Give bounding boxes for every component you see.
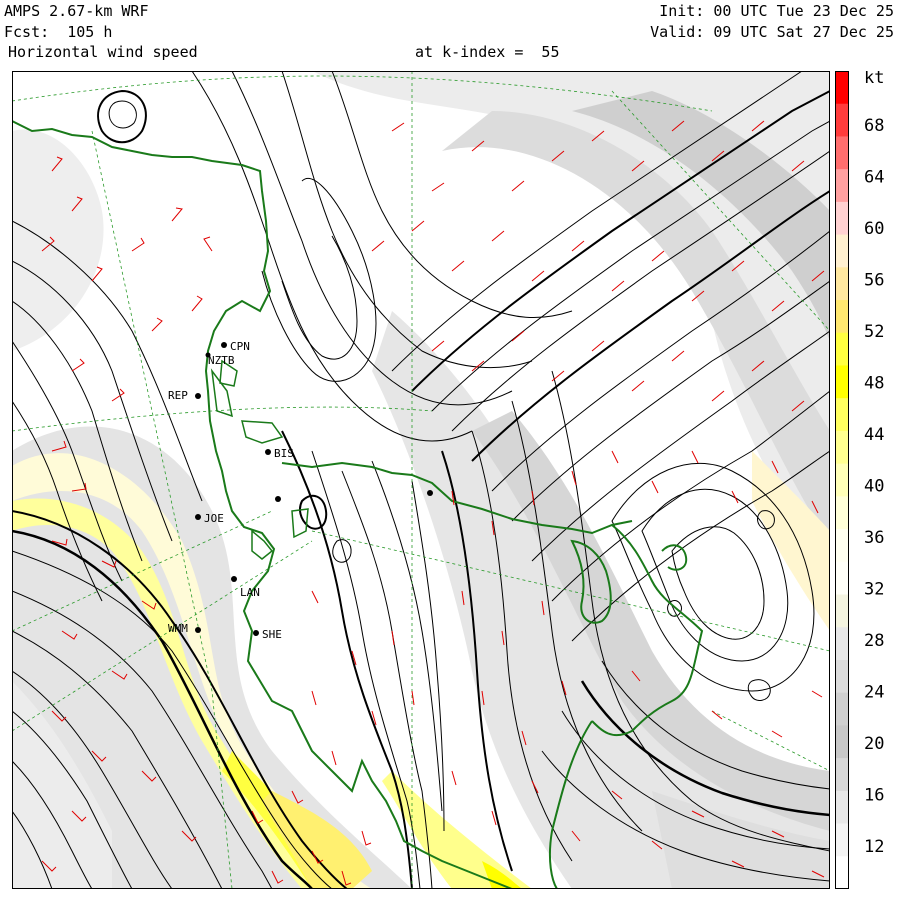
colorbar-swatch	[835, 856, 849, 890]
station-marker	[265, 449, 271, 455]
station-label: BIS	[274, 447, 294, 460]
colorbar-tick-label: 44	[864, 425, 884, 445]
colorbar-swatch	[835, 659, 849, 694]
station-marker	[275, 496, 281, 502]
colorbar-tick-label: 64	[864, 168, 884, 188]
colorbar-swatch	[835, 430, 849, 465]
colorbar-tick-label: 28	[864, 631, 884, 651]
colorbar-swatch	[835, 823, 849, 857]
station-nztb: NZTB	[205, 352, 235, 367]
colorbar-swatch	[835, 692, 849, 726]
station-label: SHE	[262, 628, 282, 641]
station-label: REP	[168, 389, 188, 402]
station-marker	[221, 342, 227, 348]
colorbar-swatch	[835, 103, 849, 137]
colorbar-swatch	[835, 332, 849, 366]
colorbar-tick-label: 60	[864, 219, 884, 239]
colorbar-tick-label: 52	[864, 322, 884, 342]
colorbar-tick-label: 16	[864, 786, 884, 806]
wind-speed-map: CPN NZTB REP BIS JOE LAN WMM SHE	[12, 71, 830, 889]
station-marker	[195, 514, 201, 520]
colorbar-swatch	[835, 627, 849, 661]
station-marker	[427, 490, 433, 496]
colorbar-swatch	[835, 758, 849, 792]
colorbar-swatch	[835, 398, 849, 432]
colorbar: kt 68 64 60 56 52 48 44 40 36 32 28 24 20 16 12	[835, 71, 884, 890]
colorbar-tick-label: 40	[864, 477, 884, 497]
colorbar-tick-label: 48	[864, 374, 884, 394]
colorbar-tick-label: 56	[864, 271, 884, 291]
colorbar-unit: kt	[864, 71, 884, 88]
field-name: Horizontal wind speed	[8, 43, 198, 61]
station-label: WMM	[168, 622, 188, 635]
colorbar-tick-label: 24	[864, 683, 884, 703]
colorbar-swatch	[835, 169, 849, 203]
colorbar-swatch	[835, 234, 849, 268]
colorbar-swatch	[835, 594, 849, 628]
station-marker	[253, 630, 259, 636]
station-label: NZTB	[208, 354, 235, 367]
colorbar-swatch	[835, 71, 849, 105]
colorbar-swatch	[835, 529, 849, 563]
colorbar-swatch	[835, 300, 849, 334]
forecast-hour: Fcst: 105 h	[4, 23, 113, 41]
station-marker	[231, 576, 237, 582]
colorbar-swatch	[835, 463, 849, 497]
station-label: LAN	[240, 586, 260, 599]
colorbar-tick-label: 32	[864, 580, 884, 600]
colorbar-swatch	[835, 496, 849, 530]
colorbar-tick-label: 20	[864, 734, 884, 754]
model-title: AMPS 2.67-km WRF	[4, 2, 149, 20]
colorbar-swatch	[835, 201, 849, 236]
colorbar-swatch	[835, 136, 849, 170]
colorbar-swatch	[835, 790, 849, 825]
station-label: CPN	[230, 340, 250, 353]
colorbar-swatch	[835, 267, 849, 301]
colorbar-swatch	[835, 725, 849, 759]
level-label: at k-index = 55	[415, 43, 560, 61]
colorbar-tick-label: 12	[864, 837, 884, 857]
station-marker	[195, 627, 201, 633]
colorbar-swatch	[835, 365, 849, 399]
init-time: Init: 00 UTC Tue 23 Dec 25	[659, 2, 894, 20]
colorbar-tick-label: 68	[864, 116, 884, 136]
station-marker	[195, 393, 201, 399]
valid-time: Valid: 09 UTC Sat 27 Dec 25	[650, 23, 894, 41]
colorbar-swatch	[835, 561, 849, 596]
station-label: JOE	[204, 512, 224, 525]
colorbar-tick-label: 36	[864, 528, 884, 548]
